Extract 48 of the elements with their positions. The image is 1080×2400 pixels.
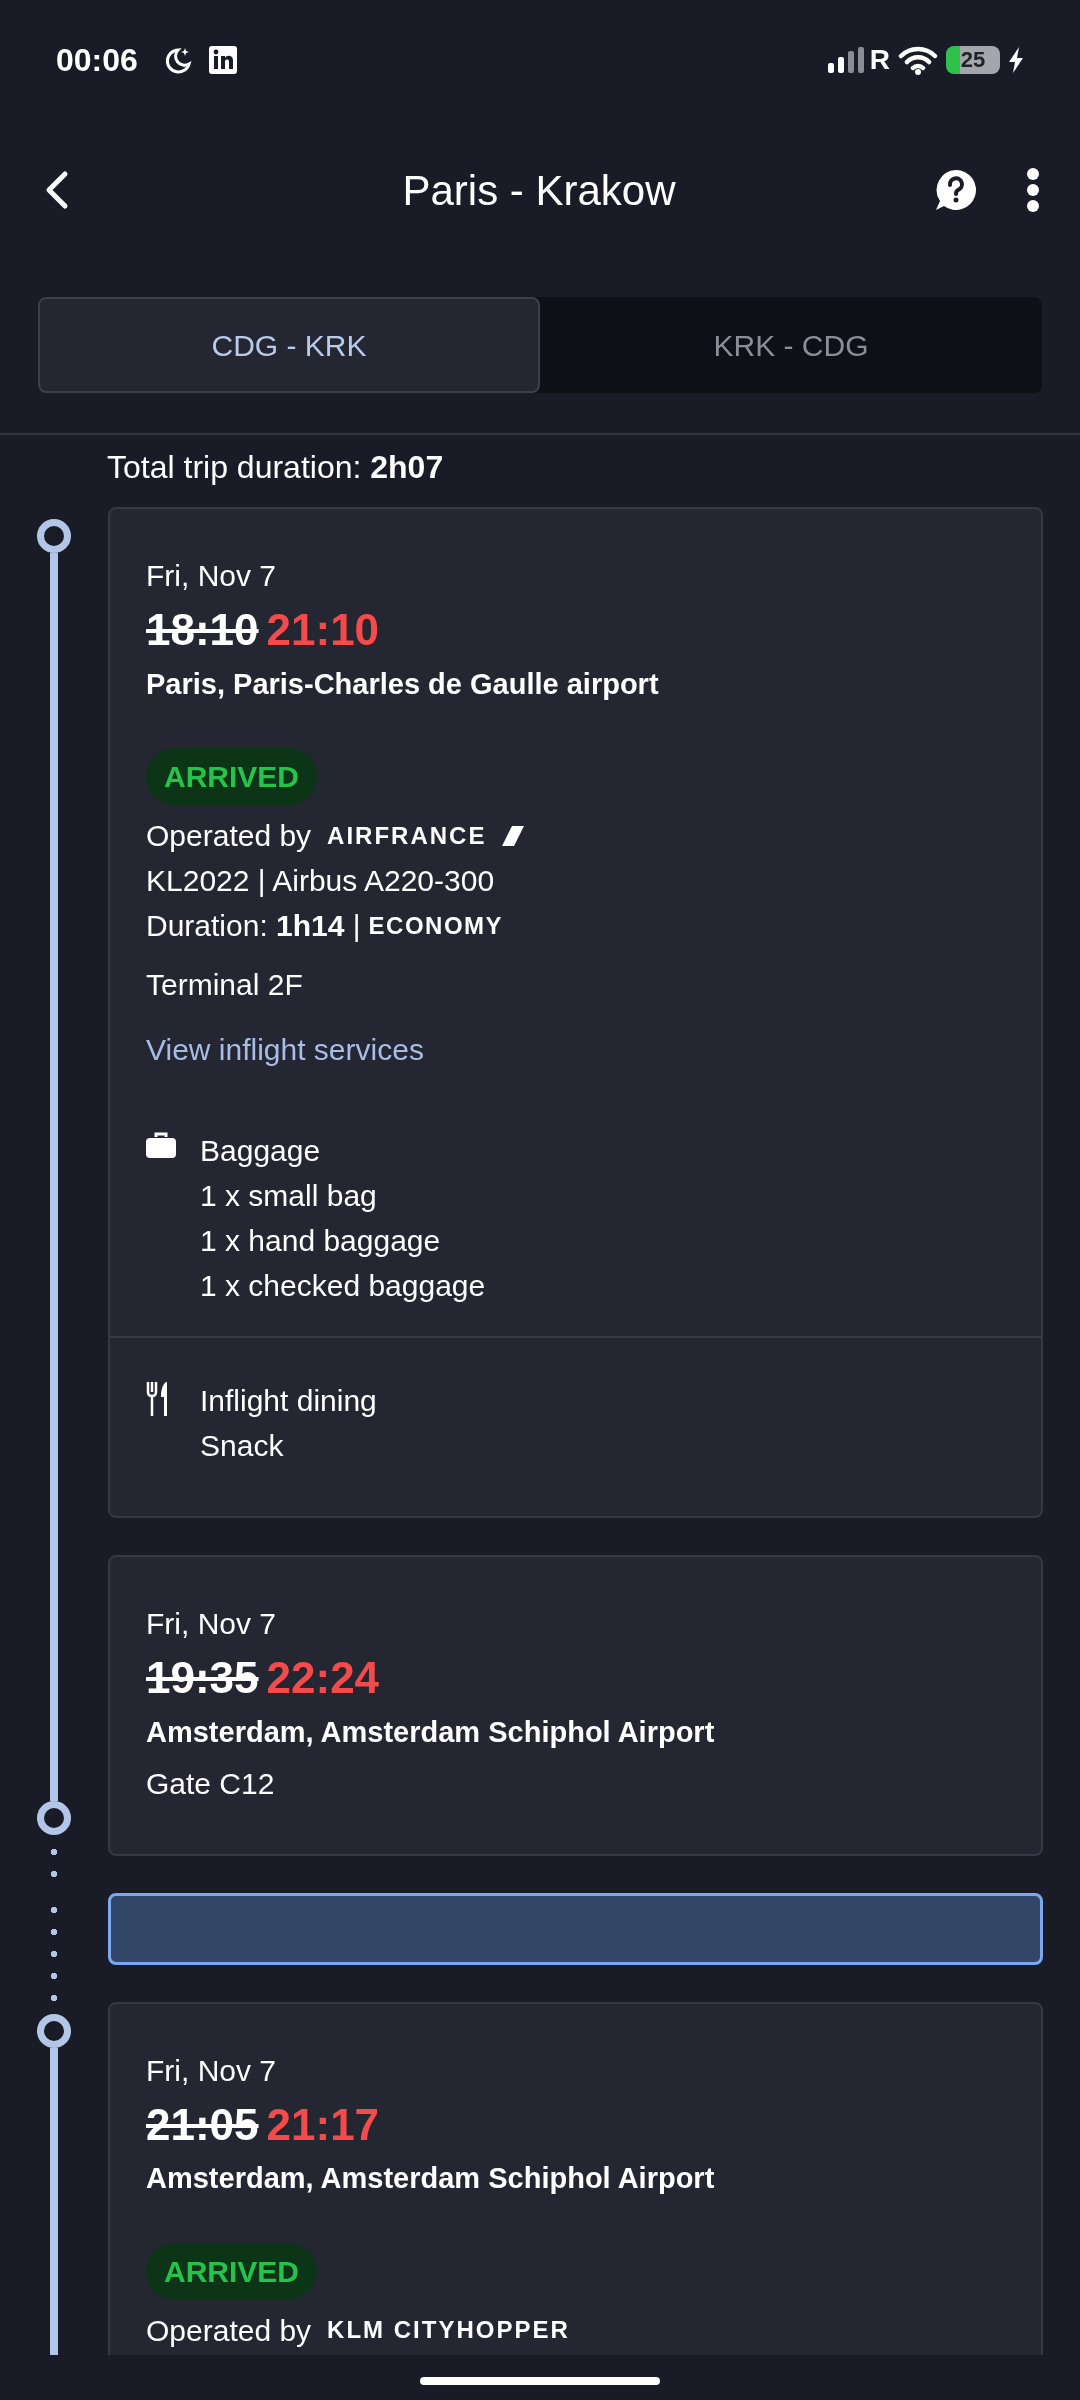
- section-item: Snack: [200, 1428, 285, 1465]
- terminal-text: Terminal 2F: [146, 967, 304, 1004]
- timeline-node: [37, 2013, 71, 2048]
- wifi-icon: [898, 45, 938, 75]
- status-badge: ARRIVED: [146, 2242, 317, 2300]
- status-badge: ARRIVED: [146, 748, 317, 806]
- airport-name: Amsterdam, Amsterdam Schiphol Airport: [146, 2161, 716, 2197]
- gate-text: Gate C12: [146, 1765, 276, 1802]
- status-time: 00:06: [56, 41, 138, 80]
- battery-indicator: 25: [946, 46, 1000, 74]
- operator-name: AIRFRANCE: [327, 820, 487, 851]
- trip-duration-text: Total trip duration: 2h07: [106, 448, 445, 487]
- section-item: 1 x small bag: [200, 1178, 378, 1215]
- section-title: Inflight dining: [200, 1383, 377, 1420]
- operator-name: KLM CITYHOPPER: [327, 2315, 570, 2346]
- scheduled-time: 21:05: [146, 2098, 259, 2151]
- date-text: Fri, Nov 7: [146, 1606, 278, 1643]
- flight-info: KL2022 | Airbus A220-300: [146, 863, 496, 900]
- actual-time: 21:10: [266, 604, 380, 656]
- timeline-node: [37, 1800, 71, 1835]
- date-text: Fri, Nov 7: [146, 2052, 278, 2089]
- airport-name: Paris, Paris-Charles de Gaulle airport: [146, 666, 660, 702]
- timeline-node: [37, 519, 71, 553]
- suitcase-icon: [146, 1132, 176, 1159]
- charging-bolt-icon: [1008, 47, 1024, 73]
- route-tab[interactable]: CDG - KRK: [38, 297, 540, 393]
- duration-text: Duration: 1h14 |: [146, 908, 361, 945]
- operated-by-label: Operated by: [146, 818, 312, 855]
- slash-mark-icon: [502, 825, 525, 846]
- actual-time: 22:24: [266, 1652, 380, 1705]
- operated-by-label: Operated by: [146, 2312, 312, 2349]
- date-text: Fri, Nov 7: [146, 558, 278, 594]
- section-item: 1 x hand baggage: [200, 1223, 442, 1260]
- scheduled-time: 18:10: [146, 604, 259, 656]
- scheduled-time: 19:35: [146, 1652, 259, 1705]
- help-icon[interactable]: [934, 168, 978, 212]
- route-tab[interactable]: KRK - CDG: [540, 297, 1042, 393]
- network-label: R: [869, 43, 890, 77]
- cabin-class: ECONOMY: [368, 910, 504, 941]
- inflight-services-link[interactable]: View inflight services: [146, 1033, 424, 1067]
- airport-name: Amsterdam, Amsterdam Schiphol Airport: [146, 1715, 716, 1751]
- fork-knife-icon: [146, 1382, 170, 1417]
- more-menu-icon[interactable]: [1026, 168, 1040, 212]
- actual-time: 21:17: [266, 2098, 380, 2151]
- profile-square-icon: [207, 45, 238, 75]
- section-title: Baggage: [200, 1133, 322, 1170]
- section-item: 1 x checked baggage: [200, 1268, 486, 1305]
- screen-title: Paris - Krakow: [401, 165, 677, 216]
